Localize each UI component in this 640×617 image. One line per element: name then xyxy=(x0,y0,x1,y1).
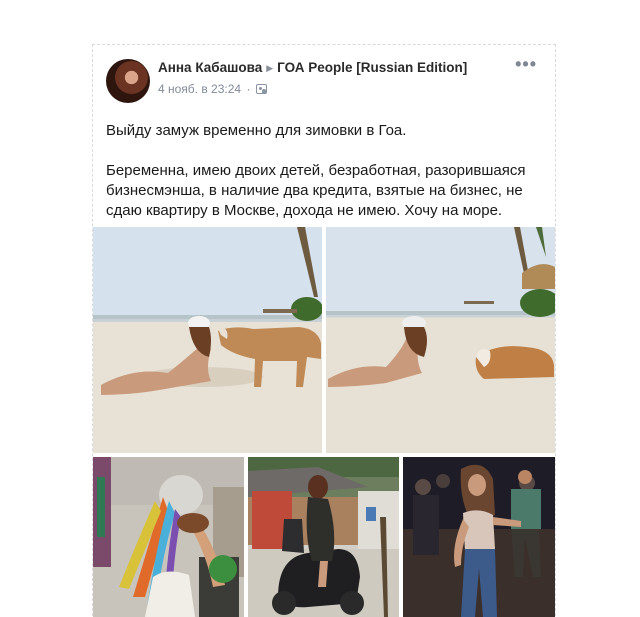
author-name-link[interactable]: Анна Кабашова xyxy=(158,60,262,75)
post-header: Анна Кабашова ▶ ГОА People [Russian Editio… xyxy=(158,60,467,75)
photo-beach-dog-2[interactable] xyxy=(326,227,555,453)
group-name-link[interactable]: ГОА People [Russian Edition] xyxy=(277,60,467,75)
photo-colorful-hat-art xyxy=(93,457,244,617)
photo-scooter-art xyxy=(248,457,399,617)
post-meta: 4 нояб. в 23:24 · xyxy=(158,82,267,96)
photo-colorful-hat[interactable] xyxy=(93,457,244,617)
author-avatar[interactable] xyxy=(106,59,150,103)
post-date-link[interactable]: 4 нояб. в 23:24 xyxy=(158,82,241,96)
photo-beach-dog-2-art xyxy=(326,227,555,387)
post-card: Анна Кабашова ▶ ГОА People [Russian Editio… xyxy=(92,44,556,617)
photo-beach-dog-1-art xyxy=(93,227,322,395)
more-options-icon[interactable]: ••• xyxy=(515,54,537,75)
post-text: Выйду замуж временно для зимовки в Гоа. … xyxy=(106,121,546,221)
post-paragraph-1: Выйду замуж временно для зимовки в Гоа. xyxy=(106,122,407,139)
post-paragraph-2: Беременна, имею двоих детей, безработная… xyxy=(106,162,526,219)
meta-separator: · xyxy=(246,82,251,96)
photo-beach-dog-1[interactable] xyxy=(93,227,322,453)
group-privacy-icon xyxy=(255,84,267,94)
arrow-right-icon: ▶ xyxy=(266,63,274,73)
photo-dancing-art xyxy=(413,464,541,617)
photo-dancing[interactable] xyxy=(403,457,555,617)
photo-scooter[interactable] xyxy=(248,457,399,617)
